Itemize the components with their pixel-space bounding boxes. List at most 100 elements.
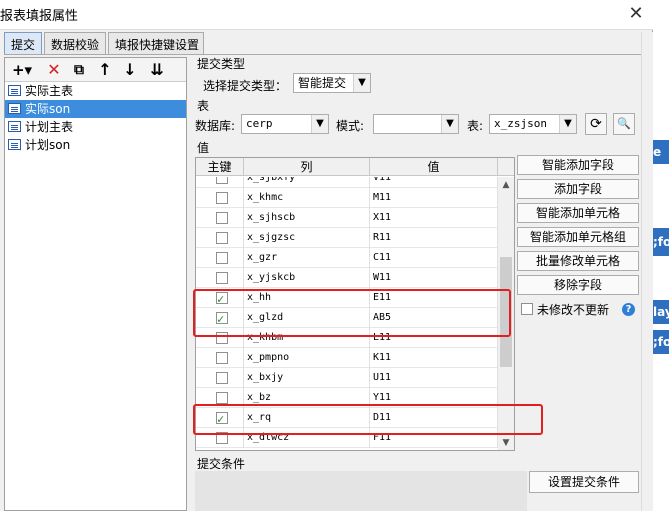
table-row[interactable]: x_bxjy U11 — [196, 368, 498, 388]
table-row[interactable]: x_gzr C11 — [196, 248, 498, 268]
delete-icon[interactable]: ✕ — [43, 59, 65, 81]
column-cell[interactable]: x_khmc — [244, 188, 370, 208]
help-icon[interactable]: ? — [622, 303, 635, 316]
database-value: cerp — [246, 117, 273, 130]
schema-select[interactable]: ▼ — [373, 114, 459, 134]
highlight-box-rq-row — [193, 404, 543, 435]
close-icon[interactable]: ✕ — [625, 2, 647, 26]
dialog-scrollbar[interactable] — [641, 32, 653, 511]
no-update-unmodified-checkbox[interactable] — [521, 303, 533, 315]
value-cell[interactable]: X11 — [370, 208, 498, 228]
chevron-down-icon: ▼ — [559, 115, 576, 133]
background-snippet: ;fo — [653, 330, 669, 354]
tree-item-actual-son[interactable]: 实际son — [5, 100, 186, 118]
primary-key-checkbox[interactable] — [216, 212, 228, 224]
submit-type-label: 选择提交类型： — [203, 79, 288, 93]
column-cell[interactable]: x_sjgzsc — [244, 228, 370, 248]
table-select[interactable]: x_zsjson ▼ — [489, 114, 577, 134]
smart-add-cell-button[interactable]: 智能添加单元格 — [517, 203, 639, 223]
database-select[interactable]: cerp ▼ — [241, 114, 329, 134]
primary-key-cell — [196, 228, 244, 248]
primary-key-checkbox[interactable] — [216, 272, 228, 284]
set-submit-condition-button[interactable]: 设置提交条件 — [529, 471, 639, 493]
primary-key-checkbox[interactable] — [216, 232, 228, 244]
primary-key-checkbox[interactable] — [216, 177, 228, 184]
primary-key-cell — [196, 177, 244, 188]
table-icon — [8, 85, 21, 96]
tab-data-validation[interactable]: 数据校验 — [44, 32, 106, 54]
table-section-label: 表 — [197, 99, 210, 113]
schema-label: 模式: — [336, 119, 365, 133]
primary-key-checkbox[interactable] — [216, 192, 228, 204]
smart-add-field-button[interactable]: 智能添加字段 — [517, 155, 639, 175]
primary-key-cell — [196, 188, 244, 208]
submit-settings-panel: 提交类型 选择提交类型： 智能提交 ▼ 表 数据库: cerp ▼ 模式: ▼ … — [193, 55, 641, 511]
submit-tree: 实际主表 实际son 计划主表 计划son — [5, 82, 186, 154]
titlebar: 报表填报属性 ✕ — [0, 0, 653, 30]
value-cell[interactable]: R11 — [370, 228, 498, 248]
tab-submit[interactable]: 提交 — [4, 32, 42, 55]
tree-item-label: 计划主表 — [25, 120, 74, 134]
column-cell[interactable]: x_bxjy — [244, 368, 370, 388]
column-cell[interactable]: x_sjbxfy — [244, 177, 370, 188]
submit-condition-area — [195, 471, 527, 511]
tree-item-label: 实际主表 — [25, 84, 74, 98]
value-cell[interactable]: K11 — [370, 348, 498, 368]
preview-icon[interactable]: 🔍 — [613, 113, 635, 135]
value-cell[interactable]: V11 — [370, 177, 498, 188]
column-cell[interactable]: x_sjhscb — [244, 208, 370, 228]
primary-key-checkbox[interactable] — [216, 252, 228, 264]
tree-item-label: 实际son — [25, 102, 71, 116]
column-cell[interactable]: x_pmpno — [244, 348, 370, 368]
table-row[interactable]: x_khmc M11 — [196, 188, 498, 208]
column-cell[interactable]: x_yjskcb — [244, 268, 370, 288]
table-row[interactable]: x_sjhscb X11 — [196, 208, 498, 228]
table-icon — [8, 139, 21, 150]
background-application: e ;fo lay ;fo — [653, 0, 669, 511]
tab-shortcut-settings[interactable]: 填报快捷键设置 — [108, 32, 204, 54]
column-cell[interactable]: x_gzr — [244, 248, 370, 268]
value-cell[interactable]: C11 — [370, 248, 498, 268]
add-field-button[interactable]: 添加字段 — [517, 179, 639, 199]
table-row[interactable]: x_pmpno K11 — [196, 348, 498, 368]
remove-field-button[interactable]: 移除字段 — [517, 275, 639, 295]
primary-key-cell — [196, 208, 244, 228]
primary-key-checkbox[interactable] — [216, 392, 228, 404]
primary-key-checkbox[interactable] — [216, 372, 228, 384]
add-dropdown-icon[interactable]: +▾ — [8, 59, 36, 81]
tree-item-plan-son[interactable]: 计划son — [5, 136, 186, 154]
value-cell[interactable]: U11 — [370, 368, 498, 388]
chevron-down-icon: ▼ — [311, 115, 328, 133]
move-up-icon[interactable]: ↑ — [94, 59, 116, 81]
value-cell[interactable]: M11 — [370, 188, 498, 208]
table-label: 表: — [467, 119, 484, 133]
submit-type-section-label: 提交类型 — [197, 57, 246, 71]
sort-icon[interactable]: ⇊ — [146, 59, 168, 81]
refresh-icon[interactable]: ⟳ — [585, 113, 607, 135]
tree-item-plan-master[interactable]: 计划主表 — [5, 118, 186, 136]
chevron-down-icon: ▼ — [353, 74, 370, 92]
submit-type-select[interactable]: 智能提交 ▼ — [293, 73, 371, 93]
background-snippet: e — [653, 140, 669, 164]
smart-add-cell-group-button[interactable]: 智能添加单元格组 — [517, 227, 639, 247]
chevron-down-icon: ▼ — [441, 115, 458, 133]
primary-key-cell — [196, 368, 244, 388]
primary-key-cell — [196, 348, 244, 368]
primary-key-checkbox[interactable] — [216, 352, 228, 364]
table-row[interactable]: x_sjbxfy V11 — [196, 177, 498, 188]
move-down-icon[interactable]: ↓ — [119, 59, 141, 81]
table-header: 主键 列 值 — [196, 158, 514, 176]
submit-condition-section-label: 提交条件 — [197, 457, 246, 471]
table-row[interactable]: x_yjskcb W11 — [196, 268, 498, 288]
scroll-up-icon[interactable]: ▲ — [498, 177, 514, 193]
batch-modify-cell-button[interactable]: 批量修改单元格 — [517, 251, 639, 271]
value-cell[interactable]: W11 — [370, 268, 498, 288]
scroll-down-icon[interactable]: ▼ — [498, 435, 514, 450]
tree-item-label: 计划son — [25, 138, 71, 152]
database-label: 数据库: — [195, 119, 236, 133]
copy-icon[interactable]: ⧉ — [68, 59, 90, 81]
table-row[interactable]: x_sjgzsc R11 — [196, 228, 498, 248]
table-icon — [8, 121, 21, 132]
values-section-label: 值 — [197, 141, 210, 155]
tree-item-actual-master[interactable]: 实际主表 — [5, 82, 186, 100]
